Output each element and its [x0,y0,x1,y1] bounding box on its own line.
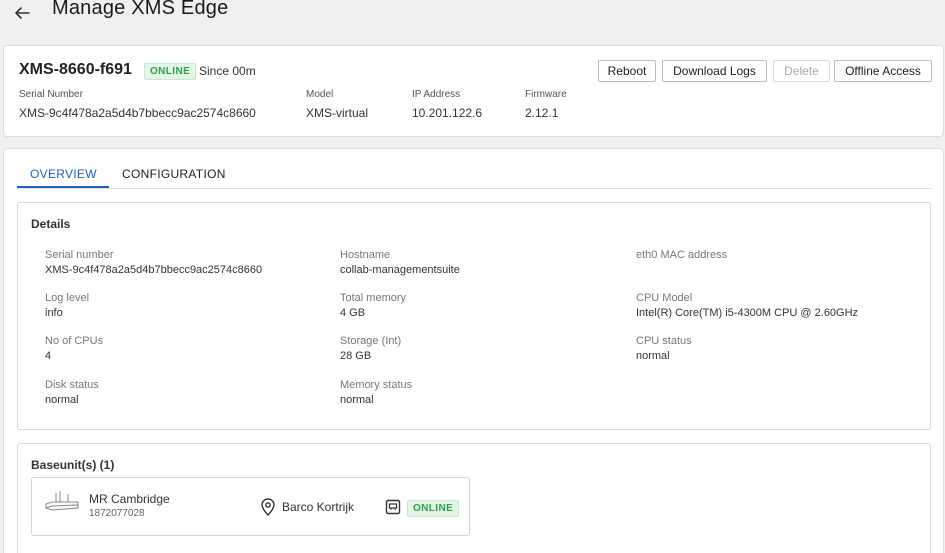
detail-label: Total memory [340,292,407,304]
baseunits-section: Baseunit(s) (1) MR Cambridge 1872077028 … [17,443,931,553]
page-header: Manage XMS Edge [0,0,945,42]
detail-value: info [45,307,63,319]
detail-value: 4 GB [340,307,366,319]
delete-button[interactable]: Delete [773,60,830,82]
detail-value: collab-managementsuite [340,264,460,276]
baseunit-name: MR Cambridge [89,492,170,506]
detail-label: No of CPUs [45,335,104,347]
baseunit-status-badge: ONLINE [407,500,460,517]
location-pin-icon [261,498,275,516]
detail-value: Intel(R) Core(TM) i5-4300M CPU @ 2.60GHz [636,307,859,319]
baseunit-device-icon [45,491,79,511]
back-arrow-icon[interactable] [14,6,30,20]
status-since: Since 00m [199,64,256,78]
serial-number-label: Serial Number [19,89,83,100]
tab-configuration[interactable]: CONFIGURATION [122,167,226,181]
detail-label: Log level [45,292,90,304]
model-value: XMS-virtual [306,106,369,120]
detail-label: Storage (Int) [340,335,402,347]
model-label: Model [306,89,334,100]
detail-label: CPU Model [636,292,693,304]
baseunits-title: Baseunit(s) (1) [31,458,115,472]
detail-value: 4 [45,350,52,362]
tabs-divider [17,188,931,189]
detail-value: XMS-9c4f478a2a5d4b7bbecc9ac2574c8660 [45,264,263,276]
serial-number-value: XMS-9c4f478a2a5d4b7bbecc9ac2574c8660 [19,106,256,120]
baseunit-card[interactable]: MR Cambridge 1872077028 Barco Kortrijk O… [31,477,470,536]
firmware-value: 2.12.1 [525,106,559,120]
detail-value: normal [340,394,374,406]
ip-address-label: IP Address [412,89,461,100]
details-section: Details Serial number XMS-9c4f478a2a5d4b… [17,202,931,430]
main-panel: OVERVIEW CONFIGURATION Details Serial nu… [3,148,944,553]
detail-value: normal [45,394,79,406]
ip-address-value: 10.201.122.6 [412,106,483,120]
download-logs-button[interactable]: Download Logs [662,60,767,82]
offline-access-button[interactable]: Offline Access [834,60,932,82]
detail-value: 28 GB [340,350,372,362]
page-title: Manage XMS Edge [52,0,229,19]
active-tab-indicator [17,186,109,188]
status-badge: ONLINE [144,63,197,80]
detail-label: Serial number [45,249,114,261]
device-name: XMS-8660-f691 [19,61,132,78]
device-summary-card: XMS-8660-f691 ONLINE Since 00m Serial Nu… [3,45,944,137]
detail-label: CPU status [636,335,692,347]
baseunit-id: 1872077028 [89,508,145,519]
network-port-icon [385,499,401,515]
details-title: Details [31,217,71,231]
firmware-label: Firmware [525,89,567,100]
detail-value: normal [636,350,670,362]
detail-label: Hostname [340,249,391,261]
detail-label: eth0 MAC address [636,249,728,261]
reboot-button[interactable]: Reboot [598,60,656,82]
detail-label: Disk status [45,379,99,391]
detail-label: Memory status [340,379,413,391]
tab-overview[interactable]: OVERVIEW [30,167,97,181]
baseunit-location: Barco Kortrijk [282,500,355,514]
